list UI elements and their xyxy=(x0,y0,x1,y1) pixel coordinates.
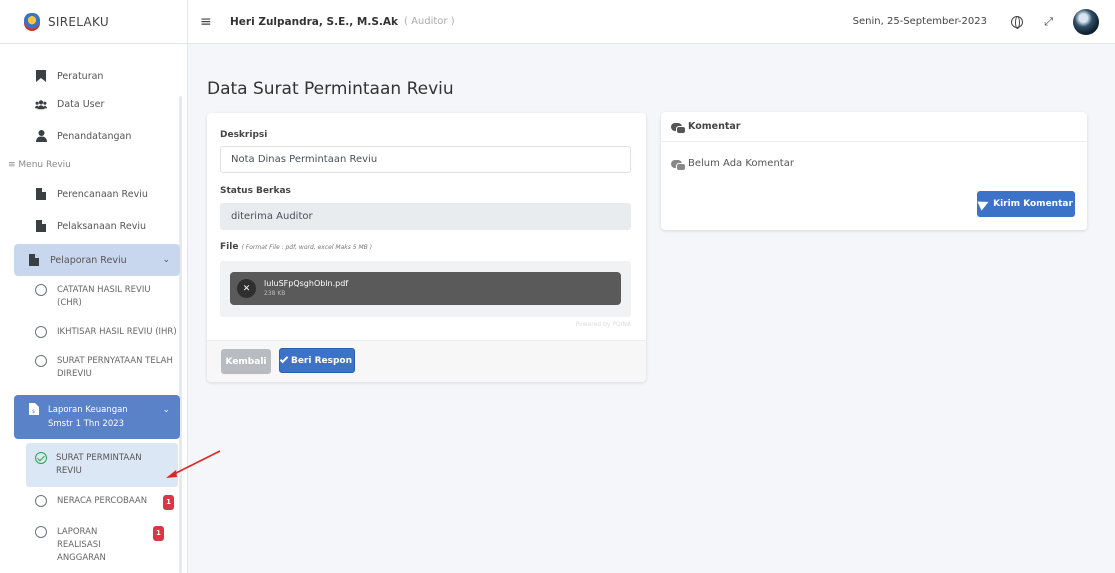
check-circle-icon xyxy=(35,452,47,464)
sidebar-item-label: Penandatangan xyxy=(57,130,132,142)
globe-icon[interactable] xyxy=(1011,15,1023,29)
notification-badge: 1 xyxy=(163,495,174,510)
comments-icon xyxy=(671,159,686,171)
comment-card: Komentar Belum Ada Komentar Kirim Koment… xyxy=(661,112,1087,230)
form-footer: Kembali Beri Respon xyxy=(207,340,646,382)
sidebar-item-label: SURAT PERMINTAAN REVIU xyxy=(56,453,142,476)
file-icon xyxy=(35,188,47,200)
file-name: luluSFpQsghObln.pdf xyxy=(264,278,349,288)
users-icon xyxy=(35,98,47,110)
file-icon xyxy=(35,220,47,232)
sidebar-item-label: Pelaksanaan Reviu xyxy=(57,220,146,232)
sidebar-subitem-lra[interactable]: LAPORAN REALISASI ANGGARAN 1 xyxy=(0,518,187,573)
status-label: Status Berkas xyxy=(220,186,291,196)
fullscreen-icon[interactable]: ⤢ xyxy=(1044,15,1053,29)
sidebar-subitem-chr[interactable]: CATATAN HASIL REVIU (CHR) xyxy=(0,276,187,318)
comment-header: Komentar xyxy=(661,112,1087,142)
circle-icon xyxy=(35,355,47,367)
sidebar-item-label: Perencanaan Reviu xyxy=(57,188,148,200)
comments-icon xyxy=(671,122,686,134)
user-name: Heri Zulpandra, S.E., M.S.Ak xyxy=(230,15,398,28)
sidebar-subitem-surat-pernyataan[interactable]: SURAT PERNYATAAN TELAH DIREVIU xyxy=(0,347,187,389)
user-icon xyxy=(35,130,47,142)
user-role: ( Auditor ) xyxy=(404,16,455,27)
comment-empty-text: Belum Ada Komentar xyxy=(688,158,794,169)
status-field: diterima Auditor xyxy=(220,203,631,230)
remove-file-button[interactable]: ✕ xyxy=(237,279,256,298)
sidebar-item-laporan-keuangan[interactable]: $ Laporan Keuangan Smstr 1 Thn 2023 ⌄ xyxy=(14,395,180,439)
respond-button[interactable]: Beri Respon xyxy=(279,348,355,373)
sidebar-item-pelaporan[interactable]: Pelaporan Reviu ⌄ xyxy=(14,244,180,276)
back-button[interactable]: Kembali xyxy=(221,349,271,374)
sidebar-item-label: SURAT PERNYATAAN TELAH DIREVIU xyxy=(57,356,173,379)
circle-icon xyxy=(35,526,47,538)
notification-badge: 1 xyxy=(153,526,164,541)
brand[interactable]: SIRELAKU xyxy=(0,0,187,44)
avatar[interactable] xyxy=(1073,8,1099,35)
sidebar-item-label: Laporan Keuangan Smstr 1 Thn 2023 xyxy=(48,405,128,429)
circle-icon xyxy=(35,326,47,338)
sidebar-item-label: Peraturan xyxy=(57,70,104,82)
file-size: 238 KB xyxy=(264,289,286,297)
circle-icon xyxy=(35,284,47,296)
deskripsi-label: Deskripsi xyxy=(220,130,268,140)
sidebar-item-label: IKHTISAR HASIL REVIU (IHR) xyxy=(57,327,177,337)
circle-icon xyxy=(35,495,47,507)
check-icon xyxy=(279,354,289,364)
sidebar-nav: Peraturan Data User Penandatangan ≡ Menu… xyxy=(0,60,187,573)
sidebar-subitem-ihr[interactable]: IKHTISAR HASIL REVIU (IHR) xyxy=(0,318,187,347)
sidebar-item-label: Pelaporan Reviu xyxy=(50,254,127,266)
deskripsi-field[interactable]: Nota Dinas Permintaan Reviu xyxy=(220,146,631,173)
uploaded-file: ✕ luluSFpQsghObln.pdf 238 KB xyxy=(230,272,621,305)
sidebar-item-data-user[interactable]: Data User xyxy=(0,88,187,120)
sidebar-item-label: CATATAN HASIL REVIU (CHR) xyxy=(57,285,151,308)
comment-empty-state: Belum Ada Komentar xyxy=(671,158,794,171)
sidebar-item-label: NERACA PERCOBAAN xyxy=(57,496,148,506)
file-label-text: File xyxy=(220,242,239,252)
brand-name: SIRELAKU xyxy=(48,14,109,29)
annotation-arrow xyxy=(166,450,221,478)
respond-button-label: Beri Respon xyxy=(290,355,353,366)
sidebar-subitem-surat-permintaan[interactable]: SURAT PERMINTAAN REVIU xyxy=(26,443,178,487)
sidebar-item-penandatangan[interactable]: Penandatangan xyxy=(0,120,187,152)
file-label: File ( Format File : pdf, word, excel Ma… xyxy=(220,242,372,252)
send-comment-button[interactable]: Kirim Komentar xyxy=(977,191,1075,217)
comment-header-label: Komentar xyxy=(688,121,741,132)
file-format-hint: ( Format File : pdf, word, excel Maks 5 … xyxy=(241,244,373,251)
surat-form-card: Deskripsi Nota Dinas Permintaan Reviu St… xyxy=(207,113,646,382)
current-date: Senin, 25-September-2023 xyxy=(852,16,987,27)
file-meta: luluSFpQsghObln.pdf 238 KB xyxy=(264,279,348,299)
sidebar-subitem-neraca[interactable]: NERACA PERCOBAAN 1 xyxy=(0,487,187,518)
powered-by-link[interactable]: Powered by PQINA xyxy=(576,321,631,328)
file-icon xyxy=(28,254,40,266)
topbar: ≡ Heri Zulpandra, S.E., M.S.Ak ( Auditor… xyxy=(188,0,1115,44)
sidebar-item-label: Data User xyxy=(57,98,105,110)
hamburger-menu-icon[interactable]: ≡ xyxy=(200,14,216,30)
sidebar-item-label: LAPORAN REALISASI ANGGARAN xyxy=(57,527,106,563)
bookmark-icon xyxy=(35,70,47,82)
sidebar-item-perencanaan[interactable]: Perencanaan Reviu xyxy=(0,178,187,210)
menu-header: ≡ Menu Reviu xyxy=(8,160,71,170)
send-comment-label: Kirim Komentar xyxy=(993,199,1073,209)
sidebar: SIRELAKU Peraturan Data User Penandatang… xyxy=(0,0,188,573)
svg-text:$: $ xyxy=(32,409,35,415)
chevron-down-icon: ⌄ xyxy=(162,255,170,265)
app-logo-icon xyxy=(24,12,40,31)
sidebar-item-pelaksanaan[interactable]: Pelaksanaan Reviu xyxy=(0,210,187,242)
chevron-down-icon: ⌄ xyxy=(162,405,170,415)
page-title: Data Surat Permintaan Reviu xyxy=(207,79,454,99)
file-dropzone[interactable]: ✕ luluSFpQsghObln.pdf 238 KB xyxy=(220,261,631,317)
file-invoice-icon: $ xyxy=(28,403,40,415)
paper-plane-icon xyxy=(977,197,991,211)
